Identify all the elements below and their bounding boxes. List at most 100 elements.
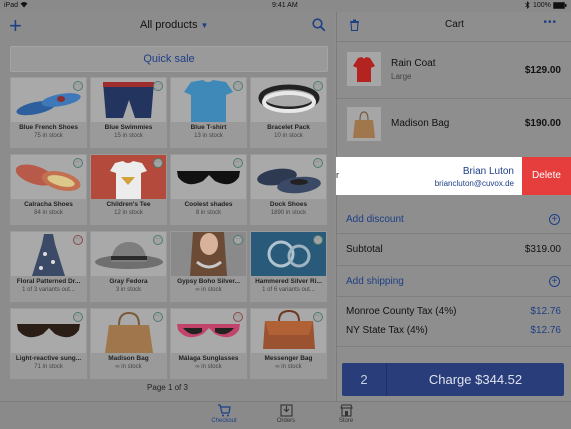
product-thumbnail — [347, 107, 381, 141]
dots-icon[interactable]: ··· — [233, 81, 243, 91]
divider — [337, 296, 571, 297]
quick-sale-button[interactable]: Quick sale — [10, 46, 328, 72]
product-card[interactable]: ··· Hammered Silver Ri... 1 of 6 variant… — [250, 231, 327, 302]
dots-icon[interactable]: ··· — [313, 81, 323, 91]
product-card[interactable]: ··· Floral Patterned Dr... 1 of 3 varian… — [10, 231, 87, 302]
delete-customer-button[interactable]: Delete — [522, 157, 571, 195]
product-card[interactable]: ··· Gray Fedora 3 in stock — [90, 231, 167, 302]
product-card[interactable]: ··· Light-reactive sung... 71 in stock — [10, 308, 87, 379]
cart-icon — [218, 404, 231, 417]
cart-item-variant: Large — [391, 72, 412, 81]
product-name: Hammered Silver Ri... — [255, 278, 322, 285]
product-stock: 3 in stock — [115, 287, 142, 293]
tab-store[interactable]: Store — [326, 404, 366, 424]
product-card[interactable]: ··· Calracha Shoes 84 in stock — [10, 154, 87, 225]
product-stock: ∞ in stock — [195, 364, 222, 370]
product-stock: ∞ in stock — [275, 364, 302, 370]
divider — [337, 41, 571, 42]
product-card[interactable]: ··· Bracelet Pack 10 in stock — [250, 77, 327, 148]
dots-icon[interactable]: ··· — [313, 235, 323, 245]
product-card[interactable]: ··· Dock Shoes 1890 in stock — [250, 154, 327, 225]
cart-item-count: 2 — [342, 363, 387, 396]
dots-icon[interactable]: ··· — [73, 312, 83, 322]
product-thumbnail — [347, 52, 381, 86]
product-name: Gray Fedora — [109, 278, 148, 285]
dots-icon[interactable]: ··· — [313, 312, 323, 322]
dots-icon[interactable]: ··· — [73, 235, 83, 245]
product-name: Gypsy Boho Silver... — [177, 278, 240, 285]
status-time: 9:41 AM — [272, 2, 298, 9]
battery-percent: 100% — [533, 2, 551, 9]
product-name: Madison Bag — [108, 355, 149, 362]
tax-value: $12.76 — [530, 325, 561, 336]
product-card[interactable]: ··· Messenger Bag ∞ in stock — [250, 308, 327, 379]
product-stock: 1890 in stock — [270, 210, 307, 216]
dots-icon[interactable]: ··· — [153, 312, 163, 322]
product-name: Bracelet Pack — [267, 124, 310, 131]
product-card[interactable]: ··· Children's Tee 12 in stock — [90, 154, 167, 225]
product-stock: 12 in stock — [114, 210, 143, 216]
product-stock: 75 in stock — [34, 133, 63, 139]
dots-icon[interactable]: ··· — [153, 158, 163, 168]
product-card[interactable]: ··· Blue T-shirt 13 in stock — [170, 77, 247, 148]
product-card[interactable]: ··· Málaga Sunglasses ∞ in stock — [170, 308, 247, 379]
add-shipping-link[interactable]: Add shipping — [346, 276, 404, 287]
dots-icon[interactable]: ··· — [233, 235, 243, 245]
dots-icon[interactable]: ··· — [313, 158, 323, 168]
product-stock: ∞ in stock — [115, 364, 142, 370]
dots-icon[interactable]: ··· — [73, 81, 83, 91]
pagination-label: Page 1 of 3 — [147, 383, 188, 392]
tax-label: Monroe County Tax (4%) — [346, 306, 457, 317]
product-name: Blue Swimmies — [104, 124, 153, 131]
dots-icon[interactable]: ··· — [233, 158, 243, 168]
product-card[interactable]: ··· Madison Bag ∞ in stock — [90, 308, 167, 379]
divider — [337, 233, 571, 234]
tab-label: Checkout — [211, 418, 237, 424]
dots-icon[interactable]: ··· — [153, 235, 163, 245]
product-name: Messenger Bag — [264, 355, 313, 362]
product-stock: 71 in stock — [34, 364, 63, 370]
store-icon — [339, 404, 353, 417]
tab-label: Store — [338, 418, 354, 424]
status-bar: iPad 9:41 AM 100% — [0, 0, 571, 12]
product-stock: 1 of 6 variants out... — [262, 287, 315, 293]
add-discount-link[interactable]: Add discount — [346, 214, 404, 225]
product-card[interactable]: ··· Blue Swimmies 15 in stock — [90, 77, 167, 148]
product-name: Blue T-shirt — [190, 124, 227, 131]
product-card[interactable]: ··· Coolest shades 8 in stock — [170, 154, 247, 225]
cart-item-name: Rain Coat — [391, 58, 436, 69]
cart-item-name: Madison Bag — [391, 118, 450, 129]
product-name: Dock Shoes — [269, 201, 308, 208]
caret-down-icon: ▼ — [200, 21, 209, 30]
add-discount-icon[interactable]: + — [549, 214, 560, 225]
dots-icon[interactable]: ··· — [73, 158, 83, 168]
cart-panel: Cart ••• Rain Coat Large $129.00 Madison… — [336, 12, 571, 401]
inbox-icon — [279, 404, 293, 417]
bluetooth-icon — [525, 1, 530, 11]
dots-icon[interactable]: ··· — [233, 312, 243, 322]
wifi-icon — [20, 1, 28, 10]
cart-title: Cart — [445, 19, 464, 30]
product-stock: 13 in stock — [194, 133, 223, 139]
customer-name: Brian Luton — [462, 166, 514, 177]
tab-orders[interactable]: Orders — [266, 404, 306, 424]
divider — [337, 98, 571, 99]
cart-item-price: $129.00 — [524, 65, 561, 76]
product-filter-dropdown[interactable]: All products ▼ — [140, 19, 208, 31]
divider — [337, 346, 571, 347]
search-icon[interactable] — [312, 18, 328, 34]
dots-icon[interactable]: ··· — [153, 81, 163, 91]
customer-row-truncated-text: r — [336, 170, 339, 180]
product-stock: 8 in stock — [195, 210, 222, 216]
plus-icon[interactable]: + — [9, 15, 22, 37]
tax-label: NY State Tax (4%) — [346, 325, 428, 336]
product-stock: 84 in stock — [34, 210, 63, 216]
tab-bar: Checkout Orders Store — [0, 401, 571, 429]
more-icon[interactable]: ••• — [543, 17, 557, 28]
customer-row[interactable]: r Brian Luton briancluton@cuvox.de Delet… — [336, 157, 571, 195]
add-shipping-icon[interactable]: + — [549, 276, 560, 287]
tab-checkout[interactable]: Checkout — [204, 404, 244, 424]
charge-button[interactable]: 2 Charge $344.52 — [342, 363, 564, 396]
product-card[interactable]: ··· Blue French Shoes 75 in stock — [10, 77, 87, 148]
product-card[interactable]: ··· Gypsy Boho Silver... ∞ in stock — [170, 231, 247, 302]
